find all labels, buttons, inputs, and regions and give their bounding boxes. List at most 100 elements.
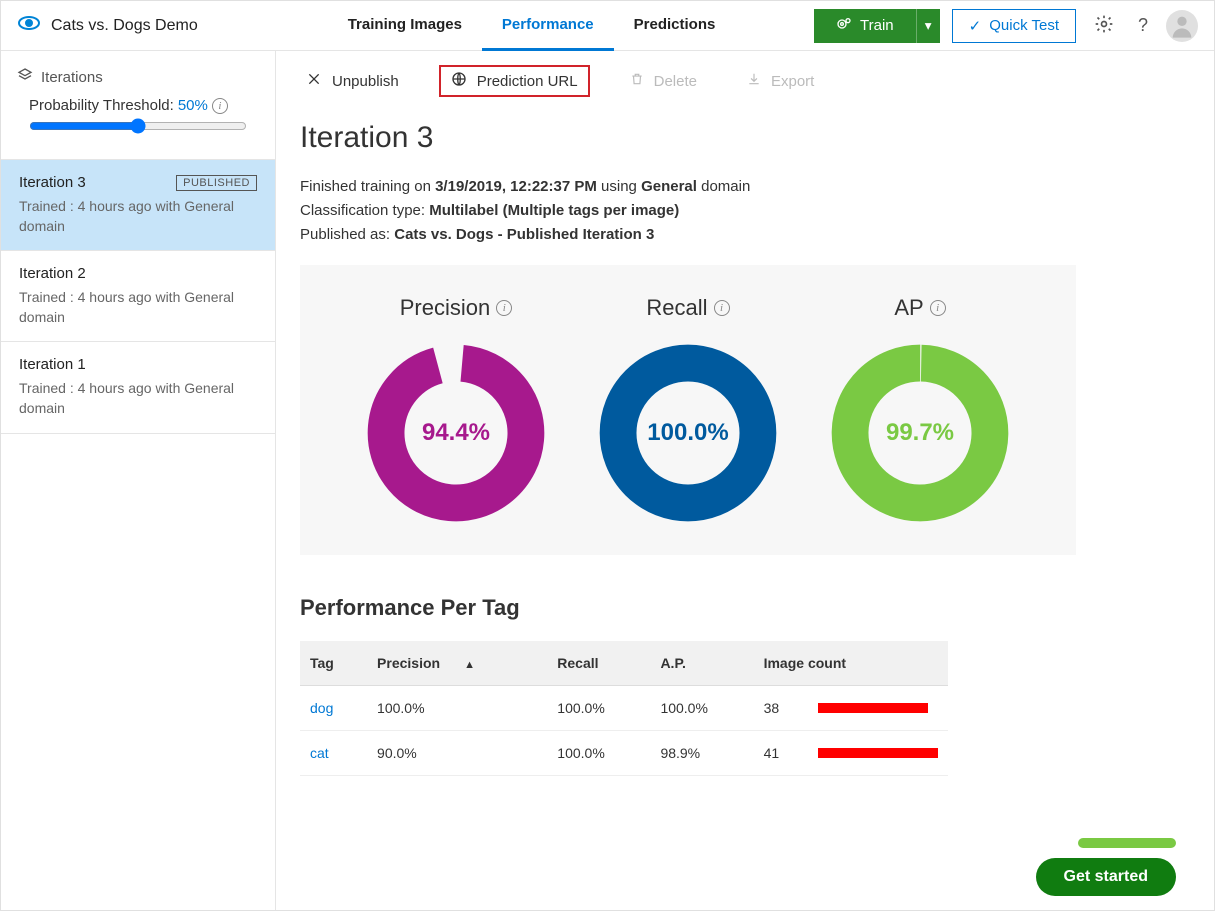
threshold-slider[interactable] [29,118,247,134]
threshold-label: Probability Threshold: [29,97,174,114]
perf-per-tag-table: Tag Precision▲ Recall A.P. Image count d… [300,641,948,776]
get-started-panel: Get started [1036,838,1176,896]
iterations-sidebar: Iterations Probability Threshold: 50% i … [1,51,276,910]
meta-text: Classification type: [300,202,429,219]
iteration-name: Iteration 3 [19,174,86,191]
iteration-item-3[interactable]: Iteration 3 PUBLISHED Trained : 4 hours … [1,160,275,251]
user-avatar[interactable] [1166,10,1198,42]
count-bar [818,748,938,758]
recall-value: 100.0% [596,341,780,525]
recall-donut: 100.0% [596,341,780,525]
iteration-name: Iteration 1 [19,356,86,373]
iteration-name: Iteration 2 [19,265,86,282]
trash-icon [630,71,644,91]
progress-bar [1078,838,1176,848]
iteration-item-1[interactable]: Iteration 1 Trained : 4 hours ago with G… [1,342,275,433]
ap-value: 99.7% [828,341,1012,525]
export-action: Export [737,67,824,95]
threshold-value: 50% [178,97,208,114]
col-image-count[interactable]: Image count [754,641,948,686]
info-icon[interactable]: i [496,300,512,316]
quick-test-button[interactable]: ✓ Quick Test [952,9,1076,43]
precision-metric: Precision i 94.4% [364,295,548,525]
info-icon[interactable]: i [930,300,946,316]
sidebar-title: Iterations [41,69,103,86]
unpublish-action[interactable]: Unpublish [296,67,409,95]
cell-recall: 100.0% [547,731,650,776]
action-bar: Unpublish Prediction URL Delete [276,51,1214,111]
header-tabs: Training Images Performance Predictions [328,1,736,51]
col-ap[interactable]: A.P. [650,641,753,686]
iteration-subtitle: Trained : 4 hours ago with General domai… [19,197,257,236]
meta-domain: General [641,178,697,195]
tab-performance[interactable]: Performance [482,1,614,51]
info-icon[interactable]: i [212,98,228,114]
iteration-subtitle: Trained : 4 hours ago with General domai… [19,379,257,418]
tab-predictions[interactable]: Predictions [614,1,736,51]
cell-count-bar [808,731,948,776]
train-button-group: Train ▾ [814,9,940,43]
train-button[interactable]: Train [814,9,916,43]
cell-ap: 100.0% [650,686,753,731]
cell-recall: 100.0% [547,686,650,731]
layers-icon [17,67,33,87]
ap-donut: 99.7% [828,341,1012,525]
table-row: dog 100.0% 100.0% 100.0% 38 [300,686,948,731]
delete-label: Delete [654,73,697,90]
info-icon[interactable]: i [714,300,730,316]
iteration-list: Iteration 3 PUBLISHED Trained : 4 hours … [1,159,275,434]
train-button-label: Train [860,17,894,34]
export-label: Export [771,73,814,90]
sidebar-header: Iterations [1,51,275,97]
cell-count-bar [808,686,948,731]
recall-label: Recall [646,295,707,321]
precision-label: Precision [400,295,490,321]
help-button[interactable]: ? [1132,9,1154,42]
cell-ap: 98.9% [650,731,753,776]
logo-eye-icon [17,11,41,40]
tag-link-dog[interactable]: dog [310,700,333,716]
tag-link-cat[interactable]: cat [310,745,329,761]
help-icon: ? [1138,15,1148,35]
globe-icon [451,71,467,91]
perf-per-tag-title: Performance Per Tag [276,595,1214,641]
gear-run-icon [836,16,852,36]
cell-count: 41 [754,731,808,776]
download-icon [747,71,761,91]
meta-text: Finished training on [300,178,435,195]
cell-precision: 90.0% [367,731,547,776]
count-bar [818,703,928,713]
content-area: Unpublish Prediction URL Delete [276,51,1214,910]
col-tag[interactable]: Tag [300,641,367,686]
iteration-item-2[interactable]: Iteration 2 Trained : 4 hours ago with G… [1,251,275,342]
meta-date: 3/19/2019, 12:22:37 PM [435,178,597,195]
project-title: Cats vs. Dogs Demo [51,17,198,35]
threshold-control: Probability Threshold: 50% i [1,97,275,159]
check-icon: ✓ [969,17,982,35]
meta-text: using [597,178,641,195]
col-precision[interactable]: Precision▲ [367,641,547,686]
ap-metric: AP i 99.7% [828,295,1012,525]
cell-count: 38 [754,686,808,731]
recall-metric: Recalli 100.0% [596,295,780,525]
cell-precision: 100.0% [367,686,547,731]
unpublish-label: Unpublish [332,73,399,90]
metrics-panel: Precisioni 94.4% Recalli [300,265,1076,555]
tab-training-images[interactable]: Training Images [328,1,482,51]
table-row: cat 90.0% 100.0% 98.9% 41 [300,731,948,776]
get-started-button[interactable]: Get started [1036,858,1176,896]
ap-label: AP [894,295,923,321]
prediction-url-label: Prediction URL [477,73,578,90]
precision-donut: 94.4% [364,341,548,525]
meta-published-name: Cats vs. Dogs - Published Iteration 3 [394,226,654,243]
table-header-row: Tag Precision▲ Recall A.P. Image count [300,641,948,686]
meta-text: domain [697,178,750,195]
app-header: Cats vs. Dogs Demo Training Images Perfo… [1,1,1214,51]
meta-class-type: Multilabel (Multiple tags per image) [429,202,679,219]
col-recall[interactable]: Recall [547,641,650,686]
settings-button[interactable] [1088,8,1120,43]
gear-icon [1094,22,1114,37]
prediction-url-action[interactable]: Prediction URL [439,65,590,97]
train-dropdown[interactable]: ▾ [916,9,940,43]
delete-action: Delete [620,67,707,95]
